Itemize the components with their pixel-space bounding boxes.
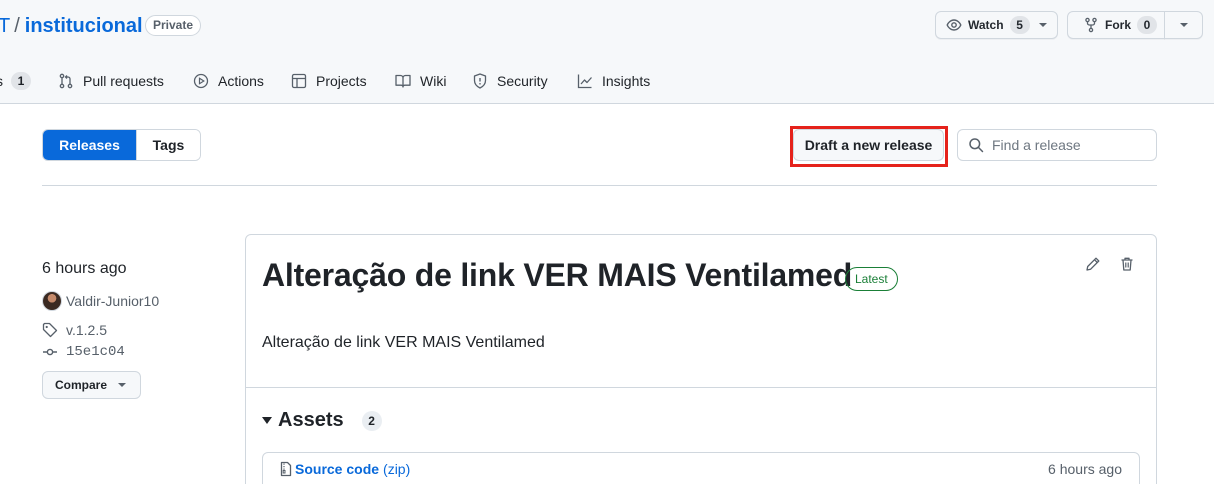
- tab-pull-requests[interactable]: Pull requests: [58, 66, 164, 96]
- fork-dropdown-button[interactable]: [1164, 11, 1203, 39]
- tab-insights[interactable]: Insights: [577, 66, 650, 96]
- repo-header: T/institucional Private Watch 5 Fork 0 s…: [0, 0, 1214, 104]
- repo-name-link[interactable]: institucional: [25, 15, 143, 37]
- release-title[interactable]: Alteração de link VER MAIS Ventilamed: [262, 257, 852, 294]
- assets-list: Source code (zip) 6 hours ago: [262, 452, 1140, 484]
- chevron-down-icon: [1179, 23, 1188, 27]
- assets-toggle[interactable]: Assets 2: [262, 409, 382, 432]
- author-name[interactable]: Valdir-Junior10: [66, 293, 159, 309]
- repo-owner-link[interactable]: T: [0, 15, 10, 37]
- play-icon: [193, 73, 209, 89]
- assets-count: 2: [361, 410, 382, 431]
- tab-label: Actions: [218, 73, 264, 89]
- asset-format[interactable]: (zip): [383, 461, 410, 477]
- tab-label: Security: [497, 73, 548, 89]
- tab-label: s: [0, 73, 3, 89]
- section-divider: [42, 185, 1157, 186]
- visibility-badge: Private: [145, 15, 202, 36]
- releases-tags-toggle: Releases Tags: [42, 129, 201, 161]
- pull-request-icon: [59, 73, 73, 89]
- search-icon: [969, 138, 984, 153]
- commit-icon: [43, 348, 57, 356]
- release-tag[interactable]: v.1.2.5: [42, 322, 107, 338]
- fork-count: 0: [1137, 16, 1158, 34]
- repo-path: T / institucional: [0, 13, 143, 39]
- pencil-icon[interactable]: [1085, 256, 1101, 272]
- assets-heading: Assets: [278, 409, 344, 431]
- compare-button[interactable]: Compare: [42, 371, 141, 399]
- tab-label: Insights: [602, 73, 651, 89]
- tag-name[interactable]: v.1.2.5: [66, 322, 107, 338]
- release-search[interactable]: [957, 129, 1157, 161]
- card-divider: [246, 387, 1156, 388]
- watch-count: 5: [1009, 16, 1030, 34]
- trash-icon[interactable]: [1119, 256, 1135, 272]
- repo-path-separator: /: [14, 15, 20, 37]
- release-time: 6 hours ago: [42, 260, 127, 277]
- file-zip-icon: [280, 461, 292, 477]
- table-icon: [291, 73, 307, 89]
- release-card: Alteração de link VER MAIS Ventilamed La…: [245, 234, 1157, 484]
- tab-label: Pull requests: [83, 73, 164, 89]
- asset-time: 6 hours ago: [1048, 461, 1122, 477]
- compare-label: Compare: [55, 378, 108, 392]
- release-body: Alteração de link VER MAIS Ventilamed: [262, 334, 545, 351]
- release-commit[interactable]: 15e1c04: [42, 344, 125, 360]
- release-author[interactable]: Valdir-Junior10: [42, 291, 159, 311]
- tab-issues[interactable]: s 1: [0, 66, 31, 96]
- tab-security[interactable]: Security: [472, 66, 548, 96]
- fork-label: Fork: [1105, 18, 1132, 32]
- search-input[interactable]: [992, 137, 1152, 153]
- tags-tab[interactable]: Tags: [136, 130, 200, 160]
- tab-label: Wiki: [420, 73, 447, 89]
- tag-icon: [42, 322, 58, 338]
- tab-count: 1: [11, 72, 31, 90]
- graph-icon: [577, 74, 592, 89]
- asset-item[interactable]: Source code (zip): [278, 461, 410, 477]
- watch-label: Watch: [968, 18, 1004, 32]
- tab-label: Projects: [316, 73, 367, 89]
- shield-icon: [473, 73, 487, 89]
- tab-actions[interactable]: Actions: [193, 66, 264, 96]
- tab-wiki[interactable]: Wiki: [395, 66, 446, 96]
- asset-name[interactable]: Source code: [295, 461, 379, 477]
- watch-button[interactable]: Watch 5: [935, 11, 1058, 39]
- commit-sha[interactable]: 15e1c04: [66, 344, 125, 360]
- tab-projects[interactable]: Projects: [291, 66, 367, 96]
- avatar: [42, 291, 62, 311]
- chevron-down-icon: [1038, 23, 1047, 27]
- book-icon: [395, 74, 411, 88]
- fork-icon: [1085, 17, 1097, 33]
- draft-new-release-button[interactable]: Draft a new release: [793, 129, 944, 161]
- latest-badge: Latest: [845, 267, 898, 291]
- chevron-down-icon: [118, 383, 127, 387]
- fork-button[interactable]: Fork 0: [1067, 11, 1165, 39]
- triangle-down-icon: [262, 417, 272, 424]
- eye-icon: [946, 19, 962, 31]
- releases-tab[interactable]: Releases: [43, 130, 136, 160]
